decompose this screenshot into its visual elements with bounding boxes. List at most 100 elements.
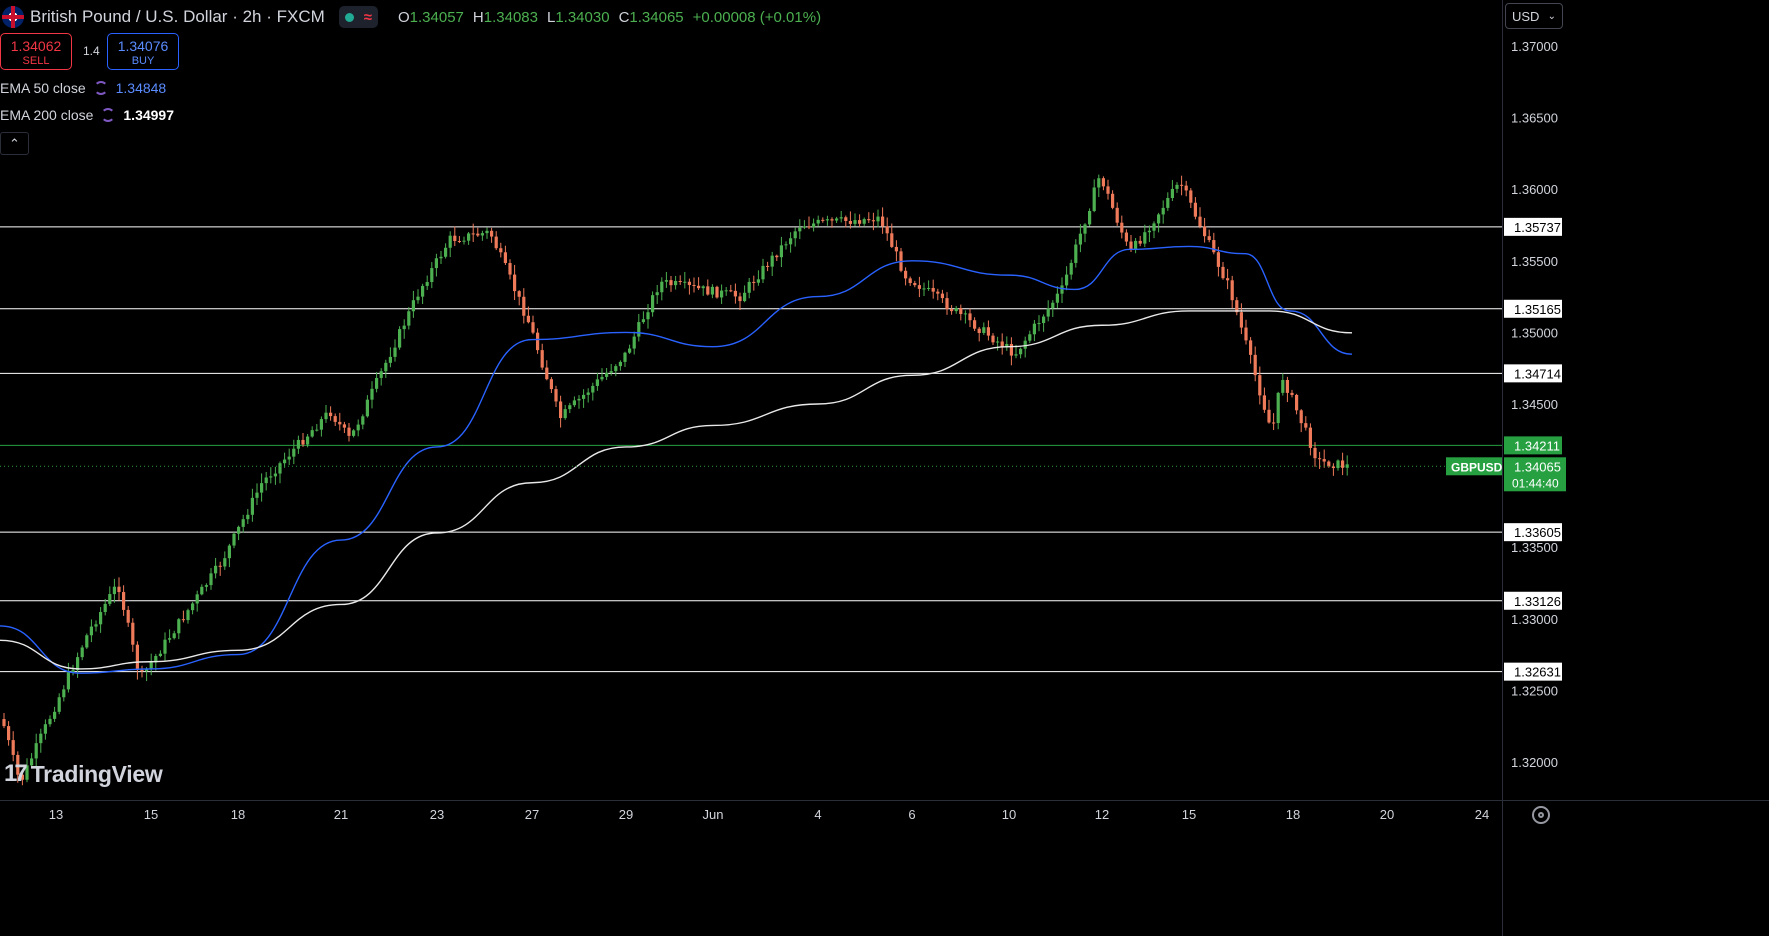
candle-body	[34, 743, 38, 759]
candle-body	[476, 233, 480, 236]
candle-body	[407, 311, 411, 326]
candle-body	[1193, 202, 1197, 217]
x-tick-label: 4	[814, 807, 821, 822]
buy-button[interactable]: 1.34076 BUY	[107, 33, 179, 70]
candle-body	[678, 280, 682, 282]
x-tick-label: 27	[525, 807, 539, 822]
candle-body	[480, 233, 484, 236]
candle-body	[756, 279, 760, 283]
candle-body	[227, 545, 231, 559]
candle-body	[1083, 224, 1087, 234]
level-price-label: 1.33605	[1514, 525, 1561, 540]
candle-body	[586, 392, 590, 395]
candle-body	[1226, 278, 1230, 281]
candle-body	[1216, 252, 1220, 267]
candle-body	[729, 290, 733, 292]
candle-body	[513, 274, 517, 292]
candle-body	[347, 427, 351, 436]
candle-body	[241, 519, 245, 527]
candle-body	[931, 287, 935, 292]
candle-body	[568, 405, 572, 410]
candle-body	[1221, 266, 1225, 279]
candle-body	[917, 285, 921, 289]
level-price-label: 1.34714	[1514, 366, 1561, 381]
candle-body	[168, 638, 172, 640]
candle-body	[255, 492, 259, 498]
candle-body	[945, 298, 949, 310]
buy-label: BUY	[131, 55, 155, 67]
candle-body	[1304, 423, 1308, 428]
candle-body	[867, 219, 871, 221]
brand-name: TradingView	[30, 760, 163, 787]
candle-body	[1203, 226, 1207, 237]
candle-body	[218, 565, 222, 567]
candle-body	[710, 286, 714, 295]
candle-body	[324, 412, 328, 420]
x-tick-label: 20	[1380, 807, 1394, 822]
candle-body	[830, 219, 834, 221]
refresh-icon[interactable]	[93, 81, 108, 95]
candle-body	[177, 619, 181, 634]
candle-body	[1042, 316, 1046, 324]
candle-body	[163, 639, 167, 654]
gbp-flag-icon	[2, 6, 24, 28]
candle-body	[1258, 375, 1262, 396]
candle-body	[172, 633, 176, 639]
indicator-ema50[interactable]: EMA 50 close 1.34848	[0, 80, 166, 96]
market-status[interactable]: ≈	[338, 6, 378, 28]
refresh-icon[interactable]	[101, 108, 116, 122]
candle-body	[223, 558, 227, 567]
candle-body	[278, 463, 282, 474]
chart-header: British Pound / U.S. Dollar · 2h · FXCM …	[0, 4, 821, 30]
candle-body	[158, 653, 162, 657]
candle-body	[646, 312, 650, 320]
candle-body	[1055, 293, 1059, 303]
candle-body	[126, 609, 130, 623]
level-price-label: 1.33126	[1514, 594, 1561, 609]
y-tick-label: 1.36000	[1511, 182, 1558, 197]
candle-body	[62, 689, 66, 698]
candle-body	[862, 219, 866, 224]
candle-body	[99, 612, 103, 625]
settings-icon[interactable]	[1532, 806, 1550, 824]
candle-body	[885, 226, 889, 234]
candle-body	[57, 697, 61, 712]
candle-body	[269, 476, 273, 478]
candle-body	[287, 456, 291, 460]
price-chart[interactable]: 13 15 18 21 23 27 29 Jun 4 6 10 12 15 18 20 24 1.37000 1.…	[0, 0, 1769, 936]
candle-body	[237, 526, 241, 534]
candle-body	[135, 644, 139, 670]
indicator-value: 1.34997	[123, 107, 174, 123]
candle-body	[706, 286, 710, 295]
collapse-legend-button[interactable]: ⌃	[0, 132, 29, 155]
candle-body	[572, 400, 576, 406]
candle-body	[260, 483, 264, 493]
candle-body	[517, 291, 521, 297]
candle-body	[375, 377, 379, 389]
candle-body	[766, 265, 770, 267]
level-price-label: 1.32631	[1514, 665, 1561, 680]
candle-body	[1170, 188, 1174, 199]
candle-body	[398, 329, 402, 348]
candle-body	[232, 533, 236, 546]
candle-body	[457, 240, 461, 242]
candle-body	[664, 280, 668, 282]
candle-body	[798, 227, 802, 232]
candle-body	[986, 327, 990, 336]
ohlc-high: H1.34083	[472, 8, 538, 26]
tradingview-logo[interactable]: 17 TradingView	[4, 760, 163, 788]
candle-body	[393, 347, 397, 357]
candle-body	[89, 626, 93, 636]
candle-body	[904, 270, 908, 279]
currency-select[interactable]: USD ⌄	[1505, 3, 1563, 29]
y-tick-label: 1.34500	[1511, 397, 1558, 412]
candle-body	[1267, 409, 1271, 423]
sell-button[interactable]: 1.34062 SELL	[0, 33, 72, 70]
level-price-label: 1.34211	[1514, 438, 1560, 453]
candle-body	[283, 459, 287, 464]
candle-body	[922, 288, 926, 290]
symbol-title[interactable]: British Pound / U.S. Dollar · 2h · FXCM	[30, 7, 325, 27]
candle-body	[977, 328, 981, 333]
spread-value: 1.4	[83, 44, 100, 58]
indicator-ema200[interactable]: EMA 200 close 1.34997	[0, 107, 174, 123]
